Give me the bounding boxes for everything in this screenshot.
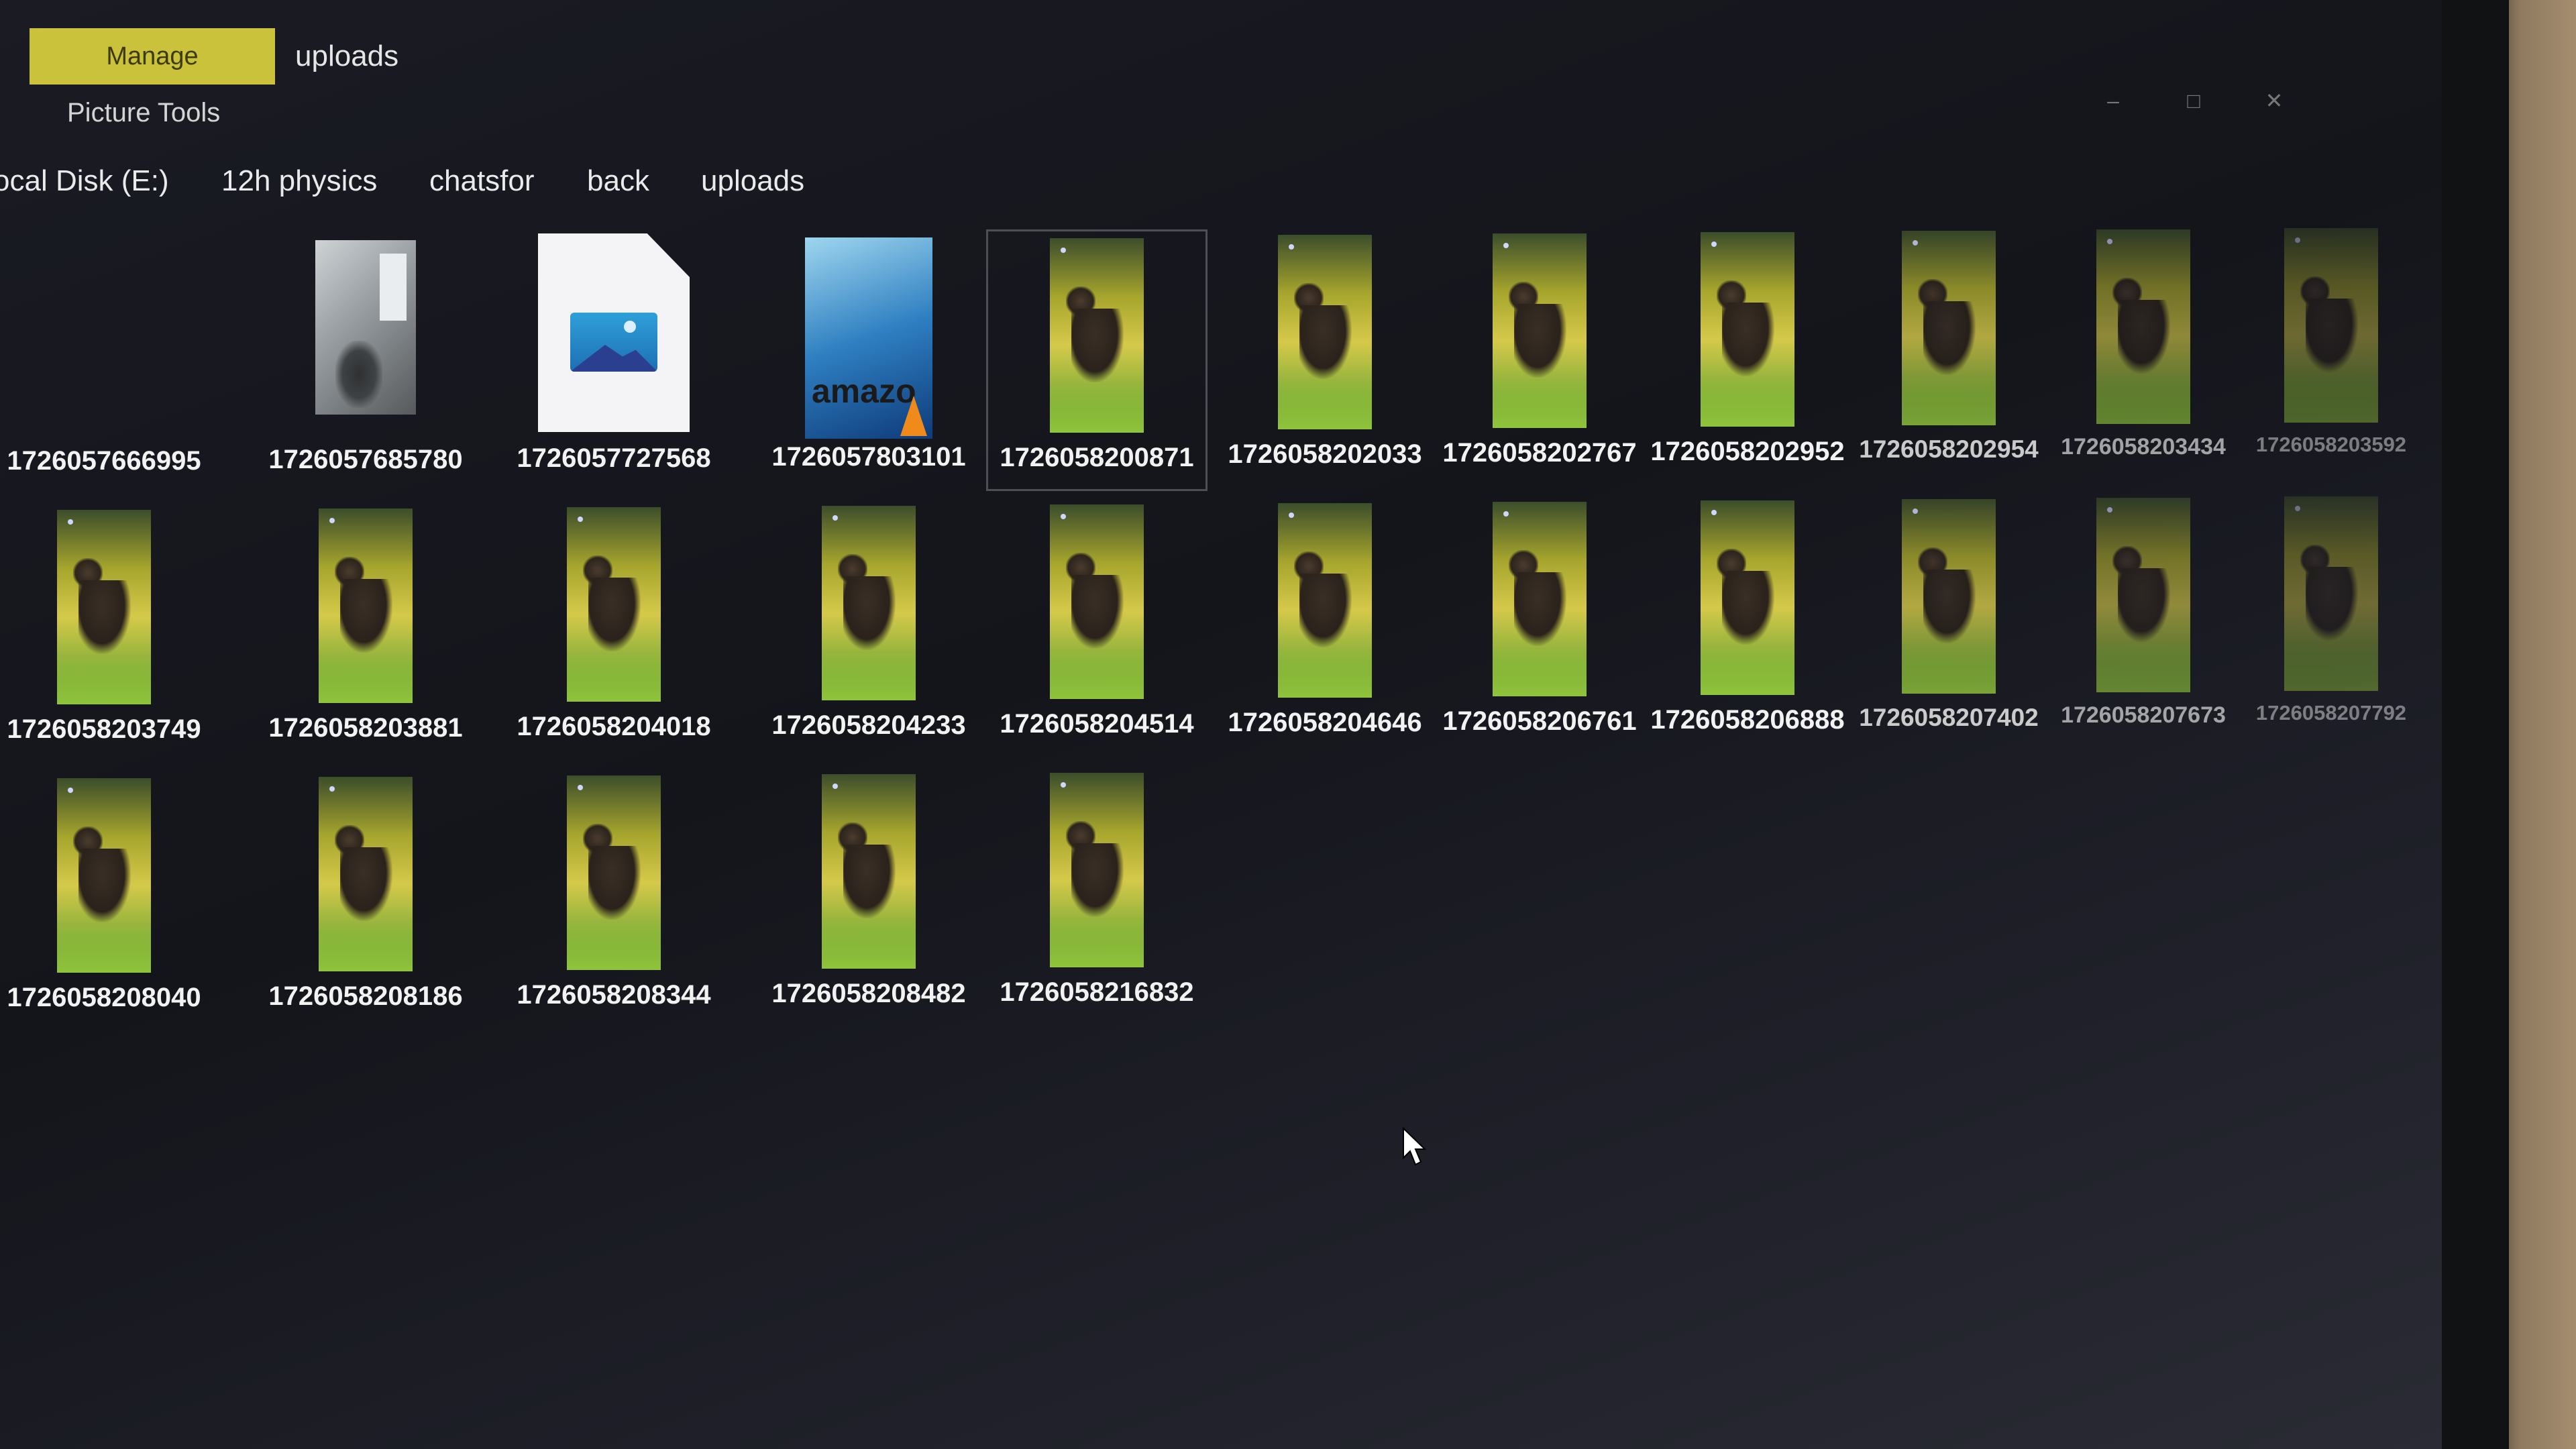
file-name: 1726058216832 [1000,977,1194,1007]
file-name: 1726058203592 [2255,433,2407,456]
file-name: 1726058204233 [771,710,966,740]
file-item[interactable]: 1726058208186 [255,770,476,1032]
bear-thumbnail [1050,238,1144,433]
file-item[interactable]: 1726058204646 [1214,496,1436,758]
bear-thumbnail [1493,233,1587,428]
file-name: 1726058204018 [517,712,711,741]
bear-thumbnail [2096,229,2190,424]
file-name: 1726058204646 [1228,708,1422,737]
bear-thumbnail [57,778,151,973]
file-name: 1726057666995 [7,446,201,476]
minimize-icon[interactable]: – [2100,87,2127,114]
close-icon[interactable]: ✕ [2261,87,2288,114]
file-name: 1726058200871 [1000,443,1194,472]
file-item[interactable]: 1726057727568 [503,232,724,494]
file-name: 1726058202033 [1228,439,1422,469]
file-item[interactable]: 1726057685780 [255,233,476,495]
file-item[interactable]: 1726058206888 [1637,494,1858,755]
file-item[interactable]: 1726058204514 [986,498,1208,759]
tab-manage[interactable]: Manage [30,28,275,85]
bear-thumbnail [2284,496,2378,691]
ribbon: Manage uploads Picture Tools – □ ✕ [0,0,2442,154]
file-item[interactable]: 1726058203749 [0,503,215,765]
bear-thumbnail [1701,232,1794,427]
bear-thumbnail [1902,231,1996,425]
bear-thumbnail [822,506,916,700]
picture-tools-label: Picture Tools [67,97,221,127]
bear-thumbnail [1493,502,1587,696]
bear-thumbnail [57,510,151,704]
file-item[interactable]: 1726058200871 [986,229,1208,491]
empty-thumbnail [57,241,151,436]
image-file-icon [538,233,690,432]
file-explorer-window: Manage uploads Picture Tools – □ ✕ ocal … [0,0,2442,1449]
bear-thumbnail [319,508,413,703]
file-name: 1726058206888 [1650,705,1845,735]
window-controls: – □ ✕ [2100,87,2288,114]
file-name: 1726058208040 [7,983,201,1012]
file-name: 1726058204514 [1000,709,1194,739]
file-item[interactable]: 1726058202954 [1838,224,2059,486]
file-item[interactable]: 1726058203592 [2220,221,2442,483]
file-item[interactable]: 1726058203881 [255,502,476,763]
file-name: 1726058206761 [1442,706,1637,736]
mouse-cursor-icon [1403,1127,1427,1166]
file-item[interactable]: 1726057666995 [0,235,215,496]
file-name: 1726058203749 [7,714,201,744]
file-item[interactable]: 1726058208344 [503,769,724,1030]
bear-thumbnail [1278,235,1372,429]
bear-thumbnail [1050,504,1144,699]
bear-thumbnail [2284,228,2378,423]
bear-thumbnail [319,777,413,971]
file-item[interactable]: 1726058202952 [1637,225,1858,487]
file-name: 1726058202767 [1442,438,1637,468]
file-name: 1726058203881 [268,713,463,743]
bear-thumbnail [567,775,661,970]
file-name: 1726058202952 [1650,437,1845,466]
bear-thumbnail [1902,499,1996,694]
bear-thumbnail [1701,500,1794,695]
file-name: 1726057803101 [771,442,966,472]
file-item[interactable]: 1726058207402 [1838,492,2059,754]
file-item[interactable]: 1726058208040 [0,771,215,1033]
file-name: 1726058207402 [1859,704,2039,731]
file-item[interactable]: 1726058202033 [1214,228,1436,490]
file-item[interactable]: 1726058208482 [758,767,979,1029]
photo-thumbnail [315,240,416,415]
file-item[interactable]: 1726058206761 [1429,495,1650,757]
file-name: 1726058202954 [1859,435,2039,463]
bear-thumbnail [1050,773,1144,967]
breadcrumb-item[interactable]: back [587,164,676,198]
breadcrumb-item[interactable]: chatsfor [429,164,561,198]
file-item[interactable]: 1726058207792 [2220,490,2442,751]
file-name: 1726058208482 [771,979,966,1008]
bear-thumbnail [567,507,661,702]
file-item[interactable]: 1726058204018 [503,500,724,762]
bear-thumbnail [822,774,916,969]
file-name: 1726057685780 [268,445,463,474]
bear-thumbnail [1278,503,1372,698]
file-item[interactable]: 1726058202767 [1429,227,1650,488]
breadcrumb-item[interactable]: ocal Disk (E:) [0,164,196,198]
amazon-thumbnail: amazo [805,237,932,439]
maximize-icon[interactable]: □ [2180,87,2207,114]
file-item[interactable]: 1726058204233 [758,499,979,761]
file-item[interactable]: amazo 1726057803101 [758,231,979,492]
breadcrumb-item[interactable]: uploads [701,164,831,198]
file-name: 1726057727568 [517,443,711,473]
tab-uploads[interactable]: uploads [295,28,398,85]
breadcrumb-item[interactable]: 12h physics [221,164,404,198]
file-item[interactable]: 1726058216832 [986,766,1208,1028]
file-name: 1726058207792 [2255,701,2407,724]
file-name: 1726058208344 [517,980,711,1010]
bear-thumbnail [2096,498,2190,692]
file-name: 1726058208186 [268,981,463,1011]
